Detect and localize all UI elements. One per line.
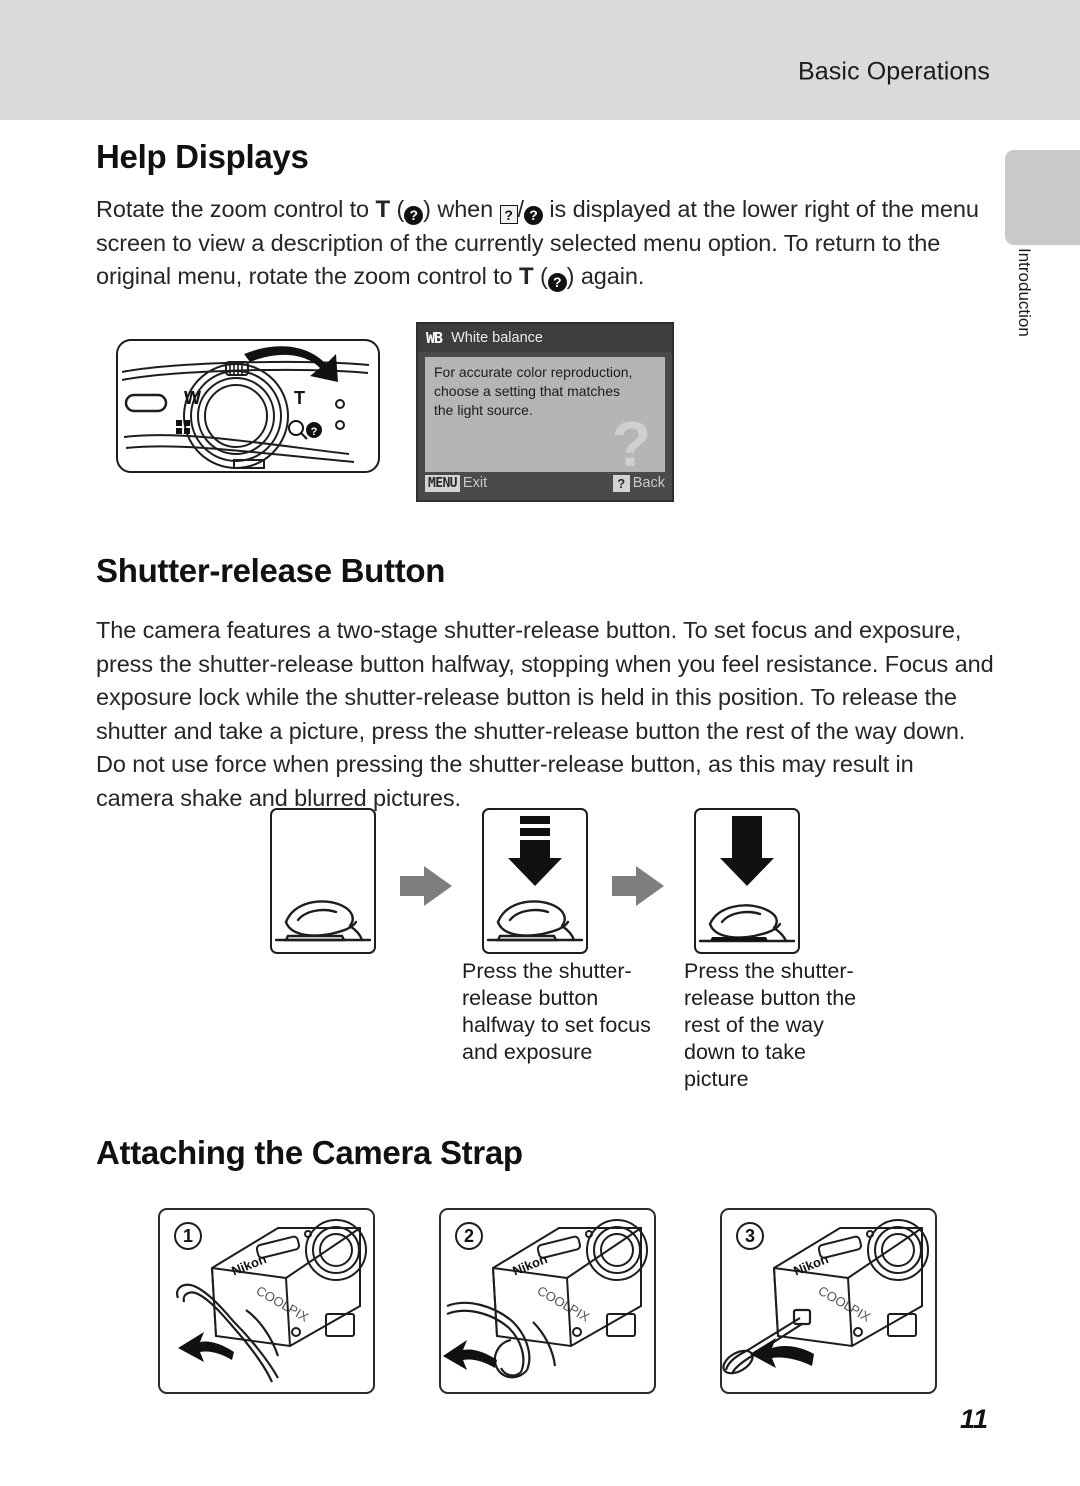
help-text-part1: Rotate the zoom control to: [96, 196, 376, 222]
finger-on-shutter-illustration-3: [698, 816, 796, 943]
finger-on-shutter-illustration-2: [486, 816, 584, 942]
help-text-part4: ) again.: [566, 263, 645, 289]
help-button-badge[interactable]: ?: [612, 474, 630, 492]
figure-help-displays: W T ? WB White balance For accurate colo…: [96, 322, 996, 512]
svg-text:?: ?: [311, 426, 318, 438]
page-header-title: Basic Operations: [798, 57, 990, 86]
strap-step-box-3: 3 Nikon COOLPIX: [720, 1208, 937, 1394]
paragraph-shutter-release: The camera features a two-stage shutter-…: [96, 617, 994, 811]
heading-help-displays: Help Displays: [96, 138, 309, 175]
manual-page: Basic Operations Introduction Help Displ…: [0, 0, 1080, 1486]
step-number-2: 2: [455, 1222, 483, 1250]
lcd-bottom-bar: MENU Exit ? Back: [425, 472, 665, 494]
figure-strap-steps: 1 Nikon COOLPIX 2 Nikon COOLPIX 3 Nikon …: [96, 1208, 996, 1394]
lcd-help-text-panel: For accurate color reproduction, choose …: [425, 357, 665, 476]
help-box-icon: ?: [499, 205, 518, 224]
section-camera-strap: Attaching the Camera Strap: [96, 1134, 996, 1172]
arrow-right-icon-1: [400, 866, 452, 906]
full-press-arrow-icon: [720, 816, 774, 886]
help-text-part2: ) when: [423, 196, 500, 222]
section-help-displays: Help Displays Rotate the zoom control to…: [96, 138, 996, 294]
step-number-3: 3: [736, 1222, 764, 1250]
lcd-help-line-2: choose a setting that matches: [434, 383, 620, 399]
finger-on-shutter-illustration-1: [274, 900, 372, 942]
strap-step-box-2: 2 Nikon COOLPIX: [439, 1208, 656, 1394]
menu-button-badge[interactable]: MENU: [425, 474, 460, 492]
section-shutter-release: Shutter-release Button The camera featur…: [96, 552, 996, 815]
zoom-tele-icon-2: T: [518, 263, 534, 290]
zoom-tele-label: T: [294, 388, 305, 408]
shutter-panel-full-press: [694, 808, 800, 954]
lcd-title-bar: WB White balance: [418, 324, 672, 352]
model-label-3: COOLPIX: [816, 1283, 874, 1325]
caption-halfway: Press the shutter-release button halfway…: [462, 959, 651, 1064]
heading-shutter-release: Shutter-release Button: [96, 552, 446, 589]
lcd-back-control[interactable]: ? Back: [612, 474, 665, 492]
model-label-2: COOLPIX: [535, 1283, 593, 1325]
lcd-title-text: White balance: [451, 330, 543, 346]
shutter-panel-rest: [270, 808, 376, 954]
paragraph-help-displays: Rotate the zoom control to T (?) when ? /…: [96, 196, 979, 292]
model-label-1: COOLPIX: [254, 1283, 312, 1325]
help-slash: /: [517, 196, 525, 222]
lcd-help-screen: WB White balance For accurate color repr…: [416, 322, 674, 502]
lcd-exit-label: Exit: [462, 475, 488, 491]
lcd-help-line-1: For accurate color reproduction,: [434, 364, 633, 380]
page-number: 11: [959, 1404, 988, 1434]
question-mark-watermark-icon: ?: [611, 408, 651, 480]
zoom-tele-icon: T: [375, 196, 391, 223]
direction-arrow-icon-2: [443, 1340, 497, 1370]
step-number-1: 1: [174, 1222, 202, 1250]
help-circle-icon-2: ?: [523, 206, 543, 225]
heading-camera-strap: Attaching the Camera Strap: [96, 1134, 523, 1171]
lcd-back-label: Back: [632, 475, 665, 491]
zoom-wide-label: W: [184, 388, 201, 408]
camera-top-view-illustration: W T ?: [116, 339, 380, 473]
half-press-arrow-icon: [508, 816, 562, 886]
help-circle-icon: ?: [404, 206, 424, 225]
arrow-right-icon-2: [612, 866, 664, 906]
strap-step-box-1: 1 Nikon COOLPIX: [158, 1208, 375, 1394]
shutter-panel-halfway: [482, 808, 588, 954]
figure-shutter-press-sequence: [96, 808, 996, 958]
side-tab-chapter: [1005, 150, 1080, 245]
white-balance-icon: WB: [426, 329, 443, 347]
side-tab-label: Introduction: [1015, 248, 1034, 337]
help-circle-icon-3: ?: [547, 273, 567, 292]
caption-full-press: Press the shutter-release button the res…: [684, 959, 857, 1091]
